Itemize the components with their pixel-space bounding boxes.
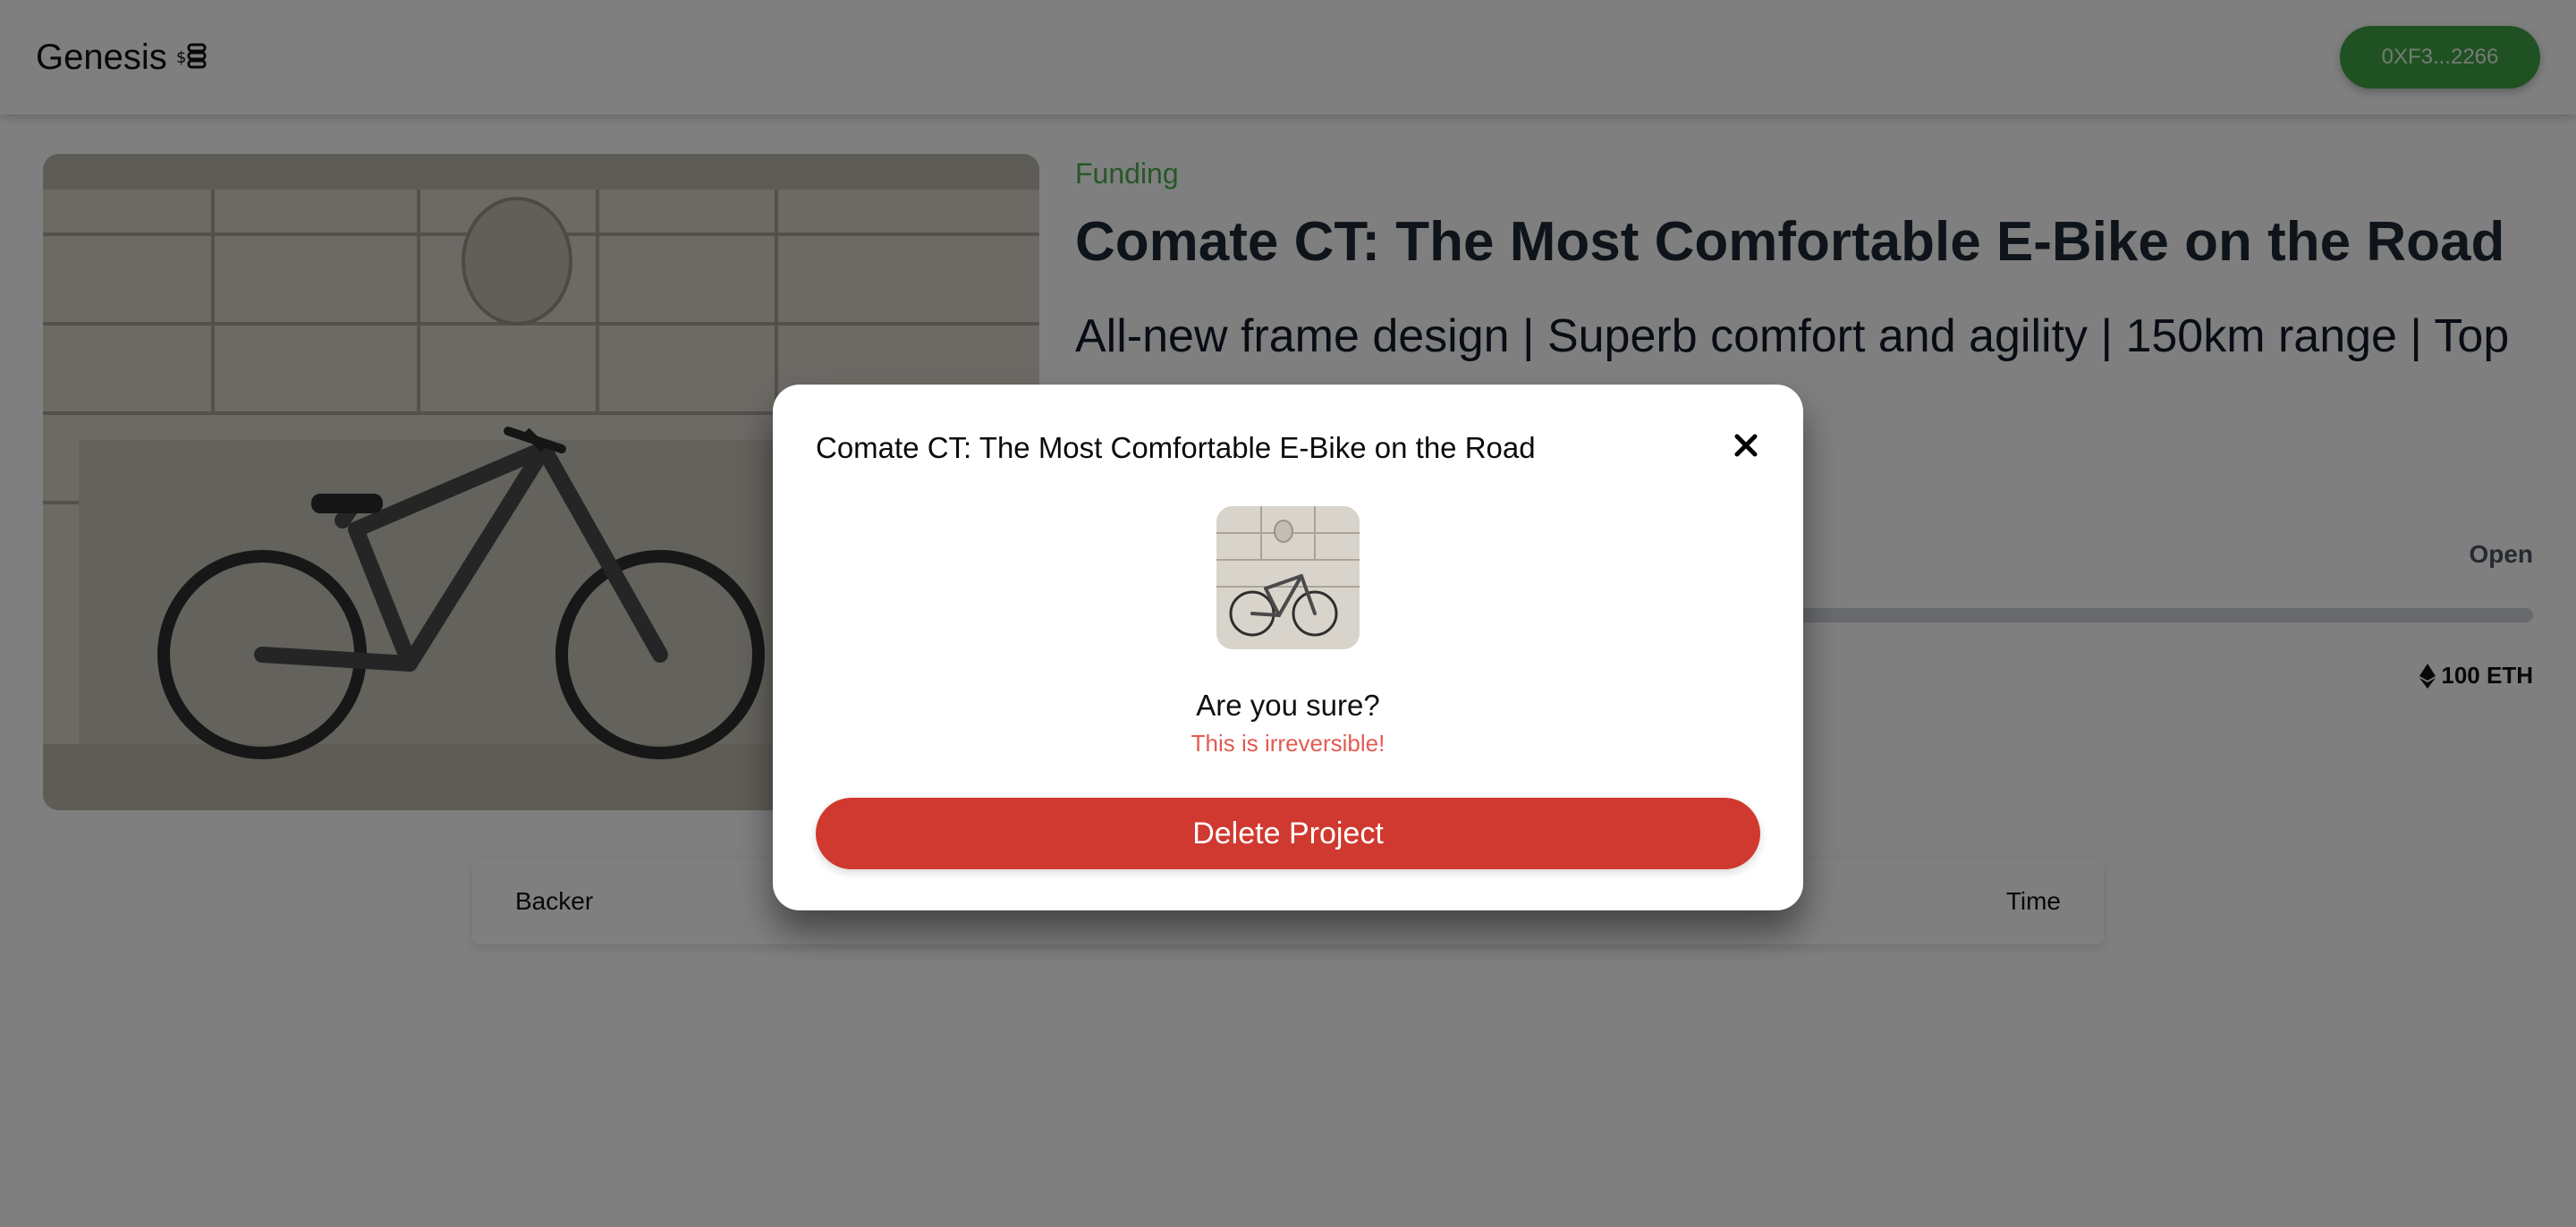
project-thumbnail xyxy=(1216,506,1360,649)
close-icon xyxy=(1734,434,1758,457)
confirm-question: Are you sure? xyxy=(1196,689,1380,722)
close-button[interactable] xyxy=(1728,427,1764,463)
delete-project-button[interactable]: Delete Project xyxy=(816,798,1760,869)
thumbnail-photo xyxy=(1216,506,1360,649)
irreversible-warning: This is irreversible! xyxy=(1191,730,1385,757)
modal-title: Comate CT: The Most Comfortable E-Bike o… xyxy=(816,431,1536,464)
delete-confirm-modal: Comate CT: The Most Comfortable E-Bike o… xyxy=(773,385,1803,910)
page: Genesis $ 0XF3...2266 xyxy=(0,0,2576,1227)
